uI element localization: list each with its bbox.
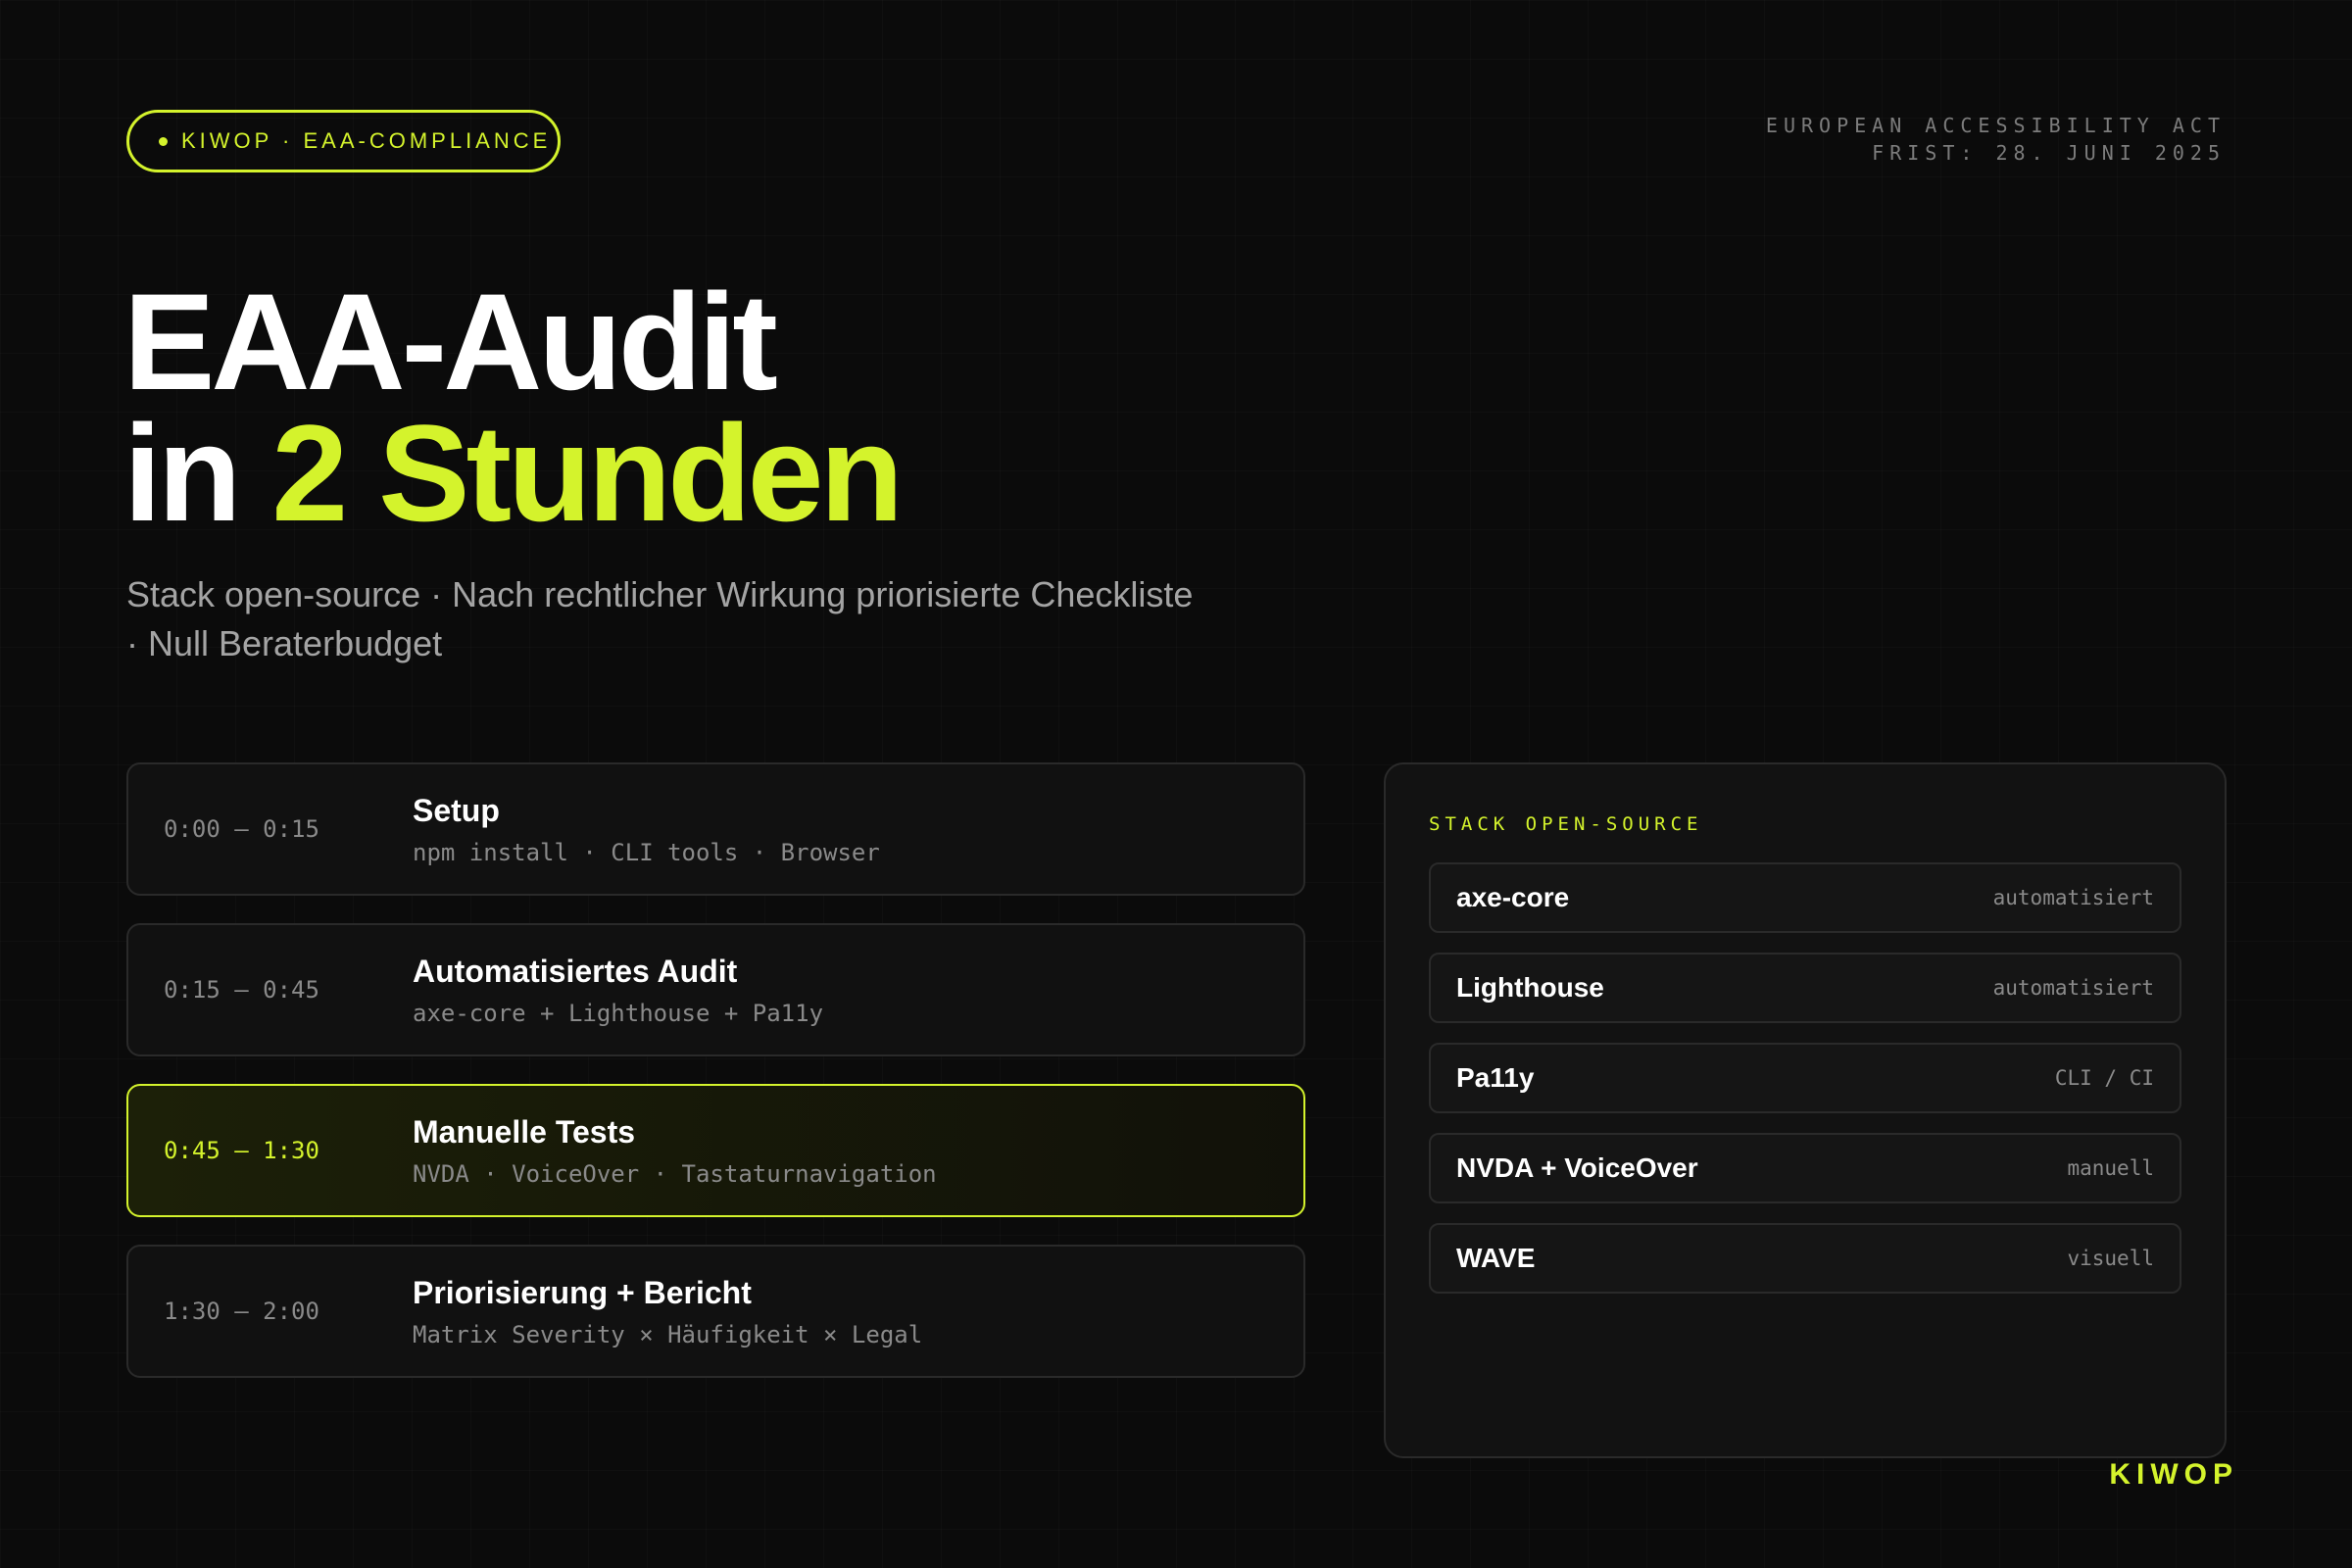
step-time: 1:30 — 2:00 xyxy=(164,1298,319,1325)
step-body: Manuelle Tests NVDA · VoiceOver · Tastatu… xyxy=(413,1114,937,1188)
step-time: 0:00 — 0:15 xyxy=(164,815,319,843)
step-desc: axe-core + Lighthouse + Pa11y xyxy=(413,999,824,1027)
step-desc: Matrix Severity × Häufigkeit × Legal xyxy=(413,1320,923,1348)
pill-label: KIWOP · EAA-COMPLIANCE xyxy=(181,128,552,153)
step-body: Setup npm install · CLI tools · Browser xyxy=(413,793,880,866)
stack-item: Pa11y CLI / CI xyxy=(1429,1043,2181,1113)
stack-item-type: automatisiert xyxy=(1992,976,2154,1000)
deadline-line-2: FRIST: 28. JUNI 2025 xyxy=(1872,141,2226,165)
timeline: 0:00 — 0:15 Setup npm install · CLI tools … xyxy=(126,762,1305,1378)
title-line-2: in 2 Stunden xyxy=(123,405,904,542)
dot-icon xyxy=(159,136,168,146)
stack-item-type: manuell xyxy=(2067,1156,2154,1180)
step-title: Priorisierung + Bericht xyxy=(413,1274,752,1310)
stack-item-name: Pa11y xyxy=(1456,1062,1535,1093)
stack-item: NVDA + VoiceOver manuell xyxy=(1429,1133,2181,1203)
stack-item: WAVE visuell xyxy=(1429,1223,2181,1294)
timeline-step: 0:45 — 1:30 Manuelle Tests NVDA · VoiceOve… xyxy=(126,1084,1305,1217)
stack-item: axe-core automatisiert xyxy=(1429,862,2181,933)
page-title: EAA-Audit in 2 Stunden xyxy=(123,265,904,542)
deadline-line-1: EUROPEAN ACCESSIBILITY ACT xyxy=(1765,114,2226,137)
stack-list: axe-core automatisiert Lighthouse automatis… xyxy=(1429,862,2181,1294)
stack-title: STACK OPEN-SOURCE xyxy=(1429,813,1703,835)
step-title: Setup xyxy=(413,792,500,828)
subtitle: Stack open-source · Nach rechtlicher Wir… xyxy=(126,574,1194,663)
timeline-step: 0:00 — 0:15 Setup npm install · CLI tools … xyxy=(126,762,1305,896)
timeline-step: 0:15 — 0:45 Automatisiertes Audit axe-core… xyxy=(126,923,1305,1056)
timeline-step: 1:30 — 2:00 Priorisierung + Bericht Matrix… xyxy=(126,1245,1305,1378)
step-desc: NVDA · VoiceOver · Tastaturnavigation xyxy=(413,1159,937,1188)
title-line-1: EAA-Audit xyxy=(123,265,778,418)
brand-logo: KIWOP xyxy=(2109,1458,2238,1491)
stack-item-name: axe-core xyxy=(1456,882,1570,912)
stack-item: Lighthouse automatisiert xyxy=(1429,953,2181,1023)
step-desc: npm install · CLI tools · Browser xyxy=(413,838,880,866)
title-prefix: in xyxy=(123,396,241,550)
brand-pill: KIWOP · EAA-COMPLIANCE xyxy=(126,110,561,172)
deadline-note: EUROPEAN ACCESSIBILITY ACT FRIST: 28. JU… xyxy=(1766,112,2226,167)
step-title: Manuelle Tests xyxy=(413,1113,636,1150)
title-accent: 2 Stunden xyxy=(271,396,904,550)
stack-item-type: visuell xyxy=(2067,1247,2154,1270)
step-time: 0:45 — 1:30 xyxy=(164,1137,319,1164)
stack-item-type: CLI / CI xyxy=(2054,1066,2154,1090)
stack-item-name: NVDA + VoiceOver xyxy=(1456,1152,1698,1183)
step-title: Automatisiertes Audit xyxy=(413,953,738,989)
stack-item-name: WAVE xyxy=(1456,1243,1536,1273)
stack-item-name: Lighthouse xyxy=(1456,972,1604,1003)
step-time: 0:15 — 0:45 xyxy=(164,976,319,1004)
stack-item-type: automatisiert xyxy=(1992,886,2154,909)
stack-panel: STACK OPEN-SOURCE axe-core automatisiert L… xyxy=(1384,762,2227,1458)
step-body: Automatisiertes Audit axe-core + Lighthou… xyxy=(413,954,823,1027)
step-body: Priorisierung + Bericht Matrix Severity ×… xyxy=(413,1275,922,1348)
